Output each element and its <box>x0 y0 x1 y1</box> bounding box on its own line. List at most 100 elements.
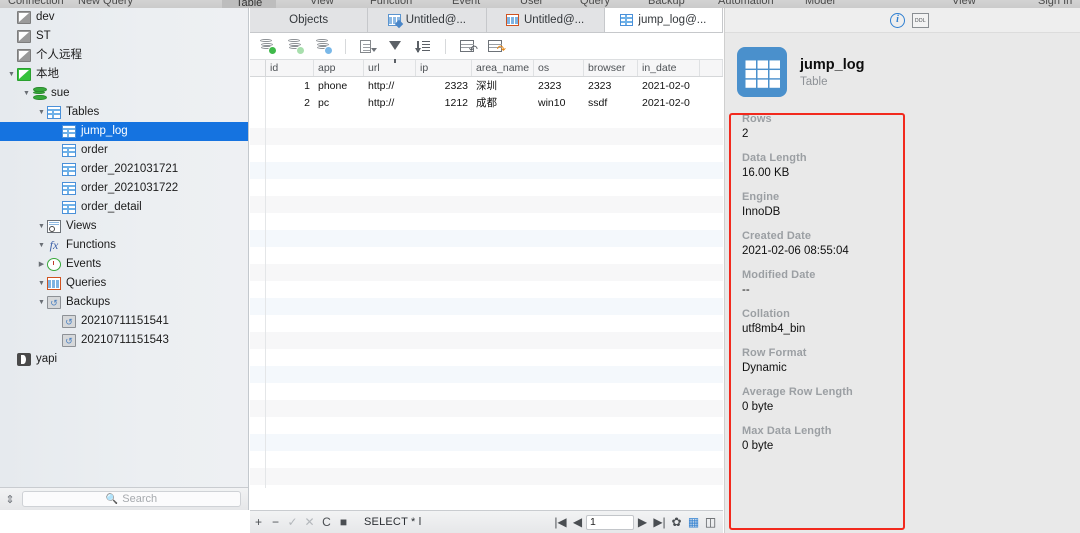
row-header[interactable] <box>250 281 266 298</box>
table-cell[interactable]: 2021-02-0 <box>638 94 700 111</box>
form-view-icon[interactable]: ◫ <box>702 515 719 529</box>
sidebar-item-backups[interactable]: ▼ ↺ Backups <box>0 293 248 312</box>
first-page-button[interactable]: |◀ <box>552 515 569 529</box>
menu-item-view[interactable]: View <box>952 0 976 7</box>
object-tree[interactable]: dev ST 个人远程 ▼ 本地 ▼ sue ▼ Tables jump_log order orde… <box>0 8 248 369</box>
grid-toolbar[interactable]: ↶ ↷ <box>250 33 723 63</box>
table-cell[interactable]: 深圳 <box>472 77 534 94</box>
row-header[interactable] <box>250 434 266 451</box>
row-header[interactable] <box>250 332 266 349</box>
table-cell[interactable]: 2323 <box>584 77 638 94</box>
cancel-changes-button[interactable]: ✕ <box>301 515 318 529</box>
grid-column-header[interactable]: in_date <box>638 60 700 76</box>
row-header[interactable] <box>250 247 266 264</box>
next-page-button[interactable]: ▶ <box>634 515 651 529</box>
object-tree-sidebar[interactable]: dev ST 个人远程 ▼ 本地 ▼ sue ▼ Tables jump_log order orde… <box>0 8 249 510</box>
table-row-empty[interactable] <box>250 366 723 383</box>
row-header[interactable] <box>250 77 266 94</box>
sidebar-item-tables[interactable]: ▼ Tables <box>0 103 248 122</box>
table-row-empty[interactable] <box>250 162 723 179</box>
sidebar-item--[interactable]: ▼ 本地 <box>0 65 248 84</box>
apply-changes-button[interactable]: ✓ <box>284 515 301 529</box>
menu-item-backup[interactable]: Backup <box>648 0 685 7</box>
table-cell[interactable]: 2021-02-0 <box>638 77 700 94</box>
info-panel-toolbar[interactable]: i DDL <box>725 8 1080 33</box>
run-query-button[interactable] <box>258 38 277 55</box>
table-cell[interactable] <box>700 77 723 94</box>
form-view-button[interactable] <box>358 38 377 55</box>
gear-icon[interactable]: ✿ <box>668 515 685 529</box>
table-row-empty[interactable] <box>250 349 723 366</box>
page-number-input[interactable]: 1 <box>586 514 634 530</box>
table-row-empty[interactable] <box>250 196 723 213</box>
chevron-down-icon[interactable]: ▼ <box>21 90 32 97</box>
table-row-empty[interactable] <box>250 247 723 264</box>
table-row-empty[interactable] <box>250 315 723 332</box>
grid-header-row[interactable]: id app url ip area_name os browser in_date <box>250 60 723 77</box>
menu-item-connection[interactable]: Connection <box>8 0 64 7</box>
sort-toggle-icon[interactable]: ⇕ <box>0 493 20 506</box>
menu-item-automation[interactable]: Automation <box>718 0 774 7</box>
table-cell[interactable]: 1212 <box>416 94 472 111</box>
row-header[interactable] <box>250 468 266 485</box>
row-header[interactable] <box>250 400 266 417</box>
row-header[interactable] <box>250 128 266 145</box>
table-cell[interactable]: win10 <box>534 94 584 111</box>
table-cell[interactable]: ssdf <box>584 94 638 111</box>
remove-record-button[interactable]: − <box>267 515 284 529</box>
chevron-down-icon[interactable]: ▼ <box>36 223 47 230</box>
menu-item-user[interactable]: User <box>520 0 543 7</box>
grid-column-header[interactable]: id <box>266 60 314 76</box>
menu-item-model[interactable]: Model <box>805 0 835 7</box>
tab-objects[interactable]: Objects <box>250 8 369 32</box>
chevron-down-icon[interactable]: ▼ <box>36 280 47 287</box>
menu-item-new-query[interactable]: New Query <box>78 0 133 7</box>
grid-body[interactable]: 1 phone http://2323 深圳 2323 2323 2021-02-0 2 pc h… <box>250 77 723 488</box>
row-header[interactable] <box>250 145 266 162</box>
menu-item-function[interactable]: Function <box>370 0 412 7</box>
sidebar-item-st[interactable]: ST <box>0 27 248 46</box>
sidebar-item-events[interactable]: ▶ Events <box>0 255 248 274</box>
sidebar-item-dev[interactable]: dev <box>0 8 248 27</box>
table-cell[interactable] <box>700 94 723 111</box>
filter-button[interactable] <box>386 38 405 63</box>
table-row-empty[interactable] <box>250 417 723 434</box>
menu-item-view[interactable]: View <box>310 0 334 7</box>
sidebar-item-jump_log[interactable]: jump_log <box>0 122 248 141</box>
chevron-down-icon[interactable]: ▼ <box>36 299 47 306</box>
row-header[interactable] <box>250 349 266 366</box>
table-row-empty[interactable] <box>250 451 723 468</box>
tab-jump-log-[interactable]: jump_log@... <box>604 8 723 32</box>
menu-item-query[interactable]: Query <box>580 0 610 7</box>
table-row-empty[interactable] <box>250 145 723 162</box>
table-row-empty[interactable] <box>250 111 723 128</box>
row-header[interactable] <box>250 213 266 230</box>
grid-column-header[interactable]: app <box>314 60 364 76</box>
import-wizard-button[interactable]: ↶ <box>458 38 478 55</box>
grid-column-header[interactable]: url <box>364 60 416 76</box>
sidebar-item-queries[interactable]: ▼ Queries <box>0 274 248 293</box>
add-record-button[interactable]: + <box>250 515 267 529</box>
chevron-right-icon[interactable]: ▶ <box>36 261 47 268</box>
grid-column-header[interactable] <box>700 60 723 76</box>
stop-button[interactable]: ■ <box>335 515 352 529</box>
row-header[interactable] <box>250 315 266 332</box>
row-header[interactable] <box>250 451 266 468</box>
chevron-down-icon[interactable]: ▼ <box>36 109 47 116</box>
table-row-empty[interactable] <box>250 230 723 247</box>
grid-status-bar[interactable]: + − ✓ ✕ C ■ SELECT * l |◀ ◀ 1 ▶ ▶| ✿ ▦ ◫ <box>250 510 723 533</box>
prev-page-button[interactable]: ◀ <box>569 515 586 529</box>
tab-untitled-[interactable]: Untitled@... <box>486 8 605 32</box>
table-row[interactable]: 1 phone http://2323 深圳 2323 2323 2021-02-0 <box>250 77 723 94</box>
row-header[interactable] <box>250 230 266 247</box>
export-wizard-button[interactable]: ↷ <box>486 38 506 55</box>
sidebar-item-views[interactable]: ▼ Views <box>0 217 248 236</box>
sidebar-item--[interactable]: 个人远程 <box>0 46 248 65</box>
sidebar-item-20210711151543[interactable]: ↺ 20210711151543 <box>0 331 248 350</box>
table-row-empty[interactable] <box>250 128 723 145</box>
row-header[interactable] <box>250 179 266 196</box>
row-header[interactable] <box>250 485 266 488</box>
chevron-down-icon[interactable]: ▼ <box>6 71 17 78</box>
table-row-empty[interactable] <box>250 468 723 485</box>
sidebar-item-20210711151541[interactable]: ↺ 20210711151541 <box>0 312 248 331</box>
